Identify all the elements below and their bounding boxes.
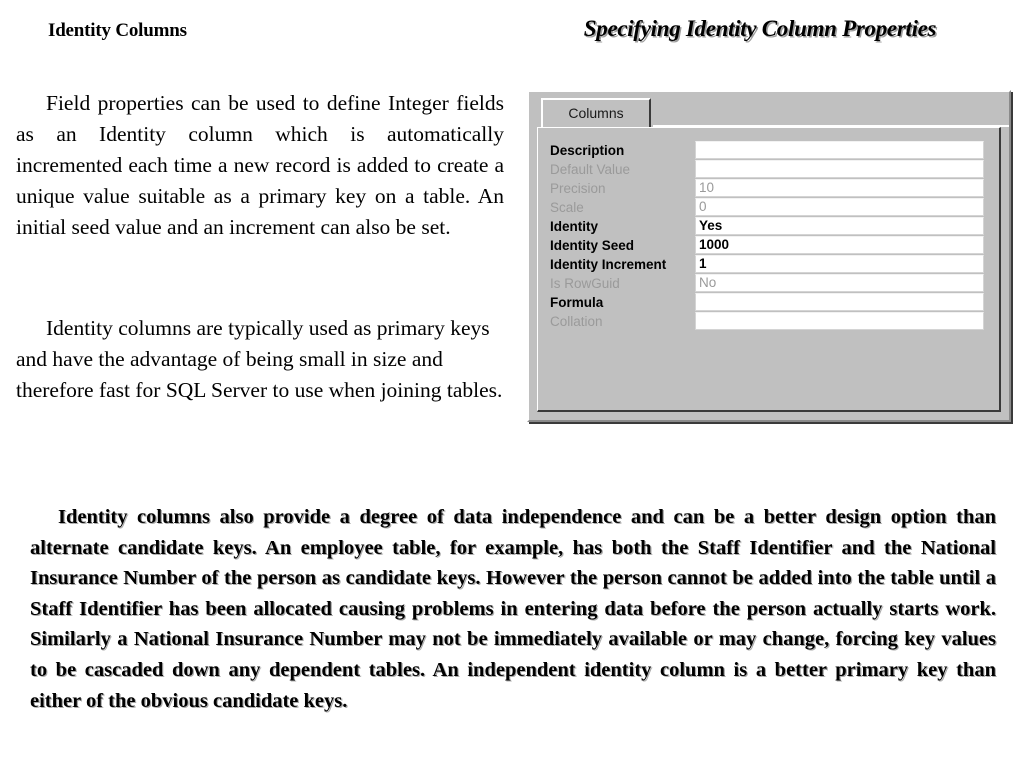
property-value-field[interactable]: 1 [695, 255, 984, 273]
property-row: Is RowGuid No [550, 274, 984, 293]
property-value-field [695, 312, 984, 330]
page-title: Identity Columns [48, 20, 187, 41]
property-label: Description [550, 143, 625, 158]
property-value-field: 0 [695, 198, 984, 216]
property-label: Identity Increment [550, 257, 667, 272]
slide-subtitle: Specifying Identity Column Properties [583, 16, 937, 41]
property-row: Formula [550, 293, 984, 312]
body-paragraph-1: Field properties can be used to define I… [16, 91, 504, 239]
property-label: Collation [550, 314, 603, 329]
property-row: Default Value [550, 160, 984, 179]
property-row: Precision 10 [550, 179, 984, 198]
body-paragraph-3: Identity columns also provide a degree o… [30, 506, 996, 712]
property-label: Is RowGuid [550, 276, 620, 291]
tab-columns[interactable]: Columns [541, 98, 651, 127]
property-value-field[interactable] [695, 141, 984, 159]
body-paragraph-2: Identity columns are typically used as p… [16, 316, 503, 402]
property-row: Identity Seed 1000 [550, 236, 984, 255]
property-row: Scale 0 [550, 198, 984, 217]
property-label: Identity [550, 219, 599, 234]
column-properties-dialog: Columns Description Default Value Precisio… [527, 90, 1011, 422]
property-value-field[interactable]: Yes [695, 217, 984, 235]
property-label: Identity Seed [550, 238, 635, 253]
property-label: Scale [550, 200, 584, 215]
property-value-field [695, 160, 984, 178]
properties-panel: Description Default Value Precision 10 Scale… [537, 127, 1001, 412]
property-label: Default Value [550, 162, 631, 177]
property-row: Identity Yes [550, 217, 984, 236]
property-row: Description [550, 141, 984, 160]
property-grid: Description Default Value Precision 10 Scale… [550, 141, 984, 331]
property-value-field: No [695, 274, 984, 292]
property-label: Precision [550, 181, 606, 196]
property-row: Identity Increment 1 [550, 255, 984, 274]
property-row: Collation [550, 312, 984, 331]
property-value-field: 10 [695, 179, 984, 197]
tab-strip: Columns [533, 98, 1009, 127]
property-label: Formula [550, 295, 604, 310]
property-value-field[interactable] [695, 293, 984, 311]
property-value-field[interactable]: 1000 [695, 236, 984, 254]
